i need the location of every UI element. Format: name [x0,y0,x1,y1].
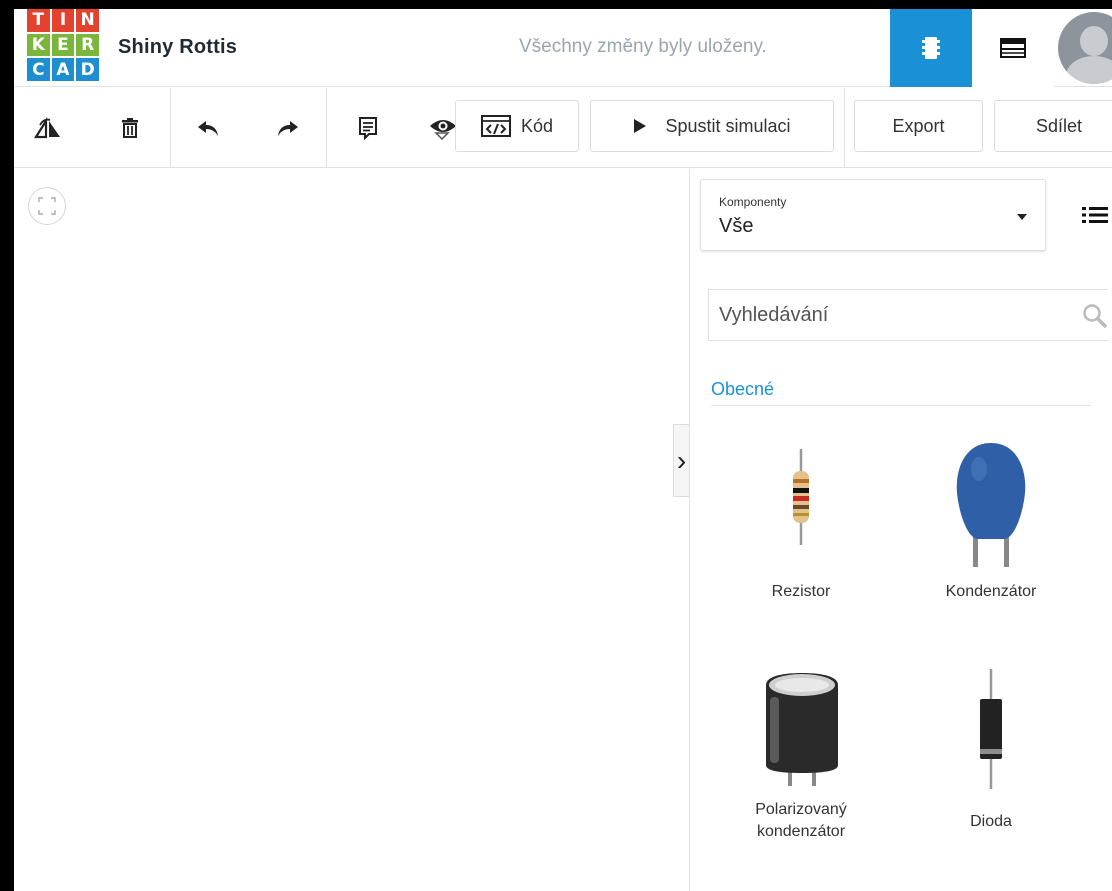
component-label: Dioda [970,813,1012,830]
logo-letter: E [51,33,75,57]
diode-icon [980,669,1002,789]
app-window: T I N K E R C A D Shiny Rottis Všechny z… [14,9,1112,891]
project-name[interactable]: Shiny Rottis [118,36,237,59]
code-button-label: Kód [520,115,554,136]
resistor-icon [793,449,809,545]
components-dropdown[interactable]: Komponenty Vše [700,179,1046,251]
logo-letter: K [27,33,50,57]
caret-down-icon [1017,214,1027,220]
code-icon [480,115,511,137]
logo-letter: A [51,58,75,81]
list-view-toggle[interactable] [1082,205,1108,230]
top-bar: T I N K E R C A D Shiny Rottis Všechny z… [14,9,1112,87]
tinkercad-logo[interactable]: T I N K E R C A D [27,9,99,81]
component-resistor[interactable]: Rezistor [716,449,886,609]
user-avatar[interactable] [1058,12,1112,84]
notes-button[interactable] [342,88,394,168]
undo-button[interactable] [182,88,234,168]
component-polarized-capacitor[interactable]: Polarizovaný kondenzátor [716,669,886,879]
components-dropdown-label: Komponenty [719,195,787,209]
logo-letter: T [27,9,50,32]
component-search [708,289,1108,341]
undo-icon [198,121,218,136]
fit-view-button[interactable] [28,187,66,225]
electrolytic-capacitor-icon [766,673,838,786]
rotate-icon [34,117,60,139]
table-icon [1000,38,1026,58]
search-input[interactable] [709,290,1108,340]
ceramic-capacitor-icon [956,443,1026,567]
rotate-button[interactable] [22,88,74,168]
logo-letter: R [76,33,99,57]
component-label: Rezistor [771,583,831,600]
component-label: Polarizovaný kondenzátor [755,801,847,840]
export-label: Export [892,115,945,136]
logo-letter: I [51,9,75,32]
workplane-canvas[interactable] [14,169,688,891]
list-icon [1082,207,1108,223]
chip-icon [922,37,940,59]
collapse-panel-button[interactable]: › [673,424,689,497]
trash-icon [122,118,138,138]
circuit-view-button[interactable] [890,9,972,87]
component-capacitor[interactable]: Kondenzátor [906,439,1076,609]
eye-icon [430,120,456,140]
share-button[interactable]: Sdílet [994,100,1112,152]
redo-icon [278,121,298,136]
toolbar: Kód Spustit simulaci Export Sdílet [14,88,1112,168]
components-dropdown-value: Vše [719,215,754,237]
section-title-general[interactable]: Obecné [711,379,774,400]
delete-button[interactable] [104,88,156,168]
component-label: Kondenzátor [945,583,1037,600]
save-status: Všechny změny byly uloženy. [519,36,767,57]
logo-letter: C [27,58,50,81]
play-icon [634,119,647,133]
note-icon [359,117,377,140]
share-label: Sdílet [1035,115,1083,136]
start-simulation-button[interactable]: Spustit simulaci [590,100,834,152]
code-button[interactable]: Kód [455,100,579,152]
component-diode[interactable]: Dioda [906,669,1076,879]
fit-view-icon [38,197,56,215]
start-simulation-label: Spustit simulaci [665,115,791,136]
component-list-view-button[interactable] [972,9,1054,87]
logo-letter: D [76,58,99,81]
logo-letter: N [76,9,99,32]
redo-button[interactable] [262,88,314,168]
search-icon[interactable] [1082,303,1108,329]
chevron-right-icon: › [676,444,687,476]
export-button[interactable]: Export [854,100,983,152]
components-panel: Komponenty Vše Obecné [689,169,1112,891]
